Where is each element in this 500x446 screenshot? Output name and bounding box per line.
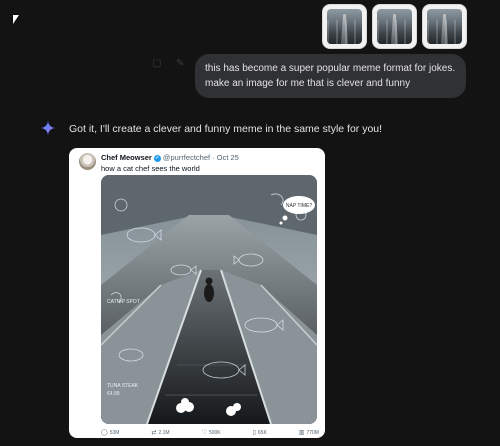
bookmark-icon: ▯ [252, 430, 256, 436]
views-icon: ▥ [298, 430, 305, 436]
sparkle-icon [41, 121, 55, 135]
user-message-bubble: this has become a super popular meme for… [195, 54, 466, 98]
avatar [79, 153, 96, 170]
tuna-price-label: €4.99 [107, 391, 120, 397]
author-handle: @purrfectchef [162, 153, 211, 162]
attached-images [322, 4, 467, 49]
copy-icon[interactable]: ▢ [152, 58, 161, 69]
user-message-line-2: make an image for me that is clever and … [205, 78, 411, 89]
tuna-steak-label: TUNA STEAK [107, 383, 139, 389]
user-message-line-1: this has become a super popular meme for… [205, 63, 456, 74]
like-count: 500K [208, 429, 221, 436]
like-button[interactable]: ♡ 500K [201, 429, 221, 437]
retweet-count: 2.1M [158, 429, 170, 436]
mouse-cursor [13, 15, 19, 24]
attached-image-3[interactable] [422, 4, 467, 49]
tweet-text: how a cat chef sees the world [101, 164, 200, 173]
views-button[interactable]: ▥ 770M [298, 429, 319, 437]
like-icon: ♡ [201, 430, 207, 436]
retweet-button[interactable]: ⇄ 2.1M [151, 429, 170, 437]
attached-image-1[interactable] [322, 4, 367, 49]
catnip-spot-label: CATNIP SPOT [107, 299, 140, 305]
tweet-date: · Oct 25 [212, 153, 239, 162]
assistant-reply: Got it, I'll create a clever and funny m… [69, 123, 383, 135]
attached-image-2[interactable] [372, 4, 417, 49]
reply-button[interactable]: ◯ 53M [101, 429, 120, 437]
generated-meme-image[interactable]: Chef Meowser ✓ @purrfectchef · Oct 25 how … [69, 148, 325, 438]
nap-time-label: NAP TIME? [286, 203, 312, 209]
reply-count: 53M [109, 429, 120, 436]
reply-icon: ◯ [101, 430, 108, 436]
views-count: 770M [306, 429, 319, 436]
edit-icon[interactable]: ✎ [176, 58, 184, 69]
retweet-icon: ⇄ [151, 430, 157, 436]
bookmark-count: 65K [257, 429, 267, 436]
tweet-actions: ◯ 53M ⇄ 2.1M ♡ 500K ▯ 65K ▥ 770M [101, 429, 319, 437]
verified-icon: ✓ [153, 154, 161, 162]
tweet-author: Chef Meowser ✓ @purrfectchef · Oct 25 [101, 153, 239, 162]
tweet-photo: NAP TIME? CATNIP SPOT TUNA STEAK €4.99 [101, 175, 317, 424]
author-name: Chef Meowser [101, 153, 152, 162]
bookmark-button[interactable]: ▯ 65K [252, 429, 267, 437]
